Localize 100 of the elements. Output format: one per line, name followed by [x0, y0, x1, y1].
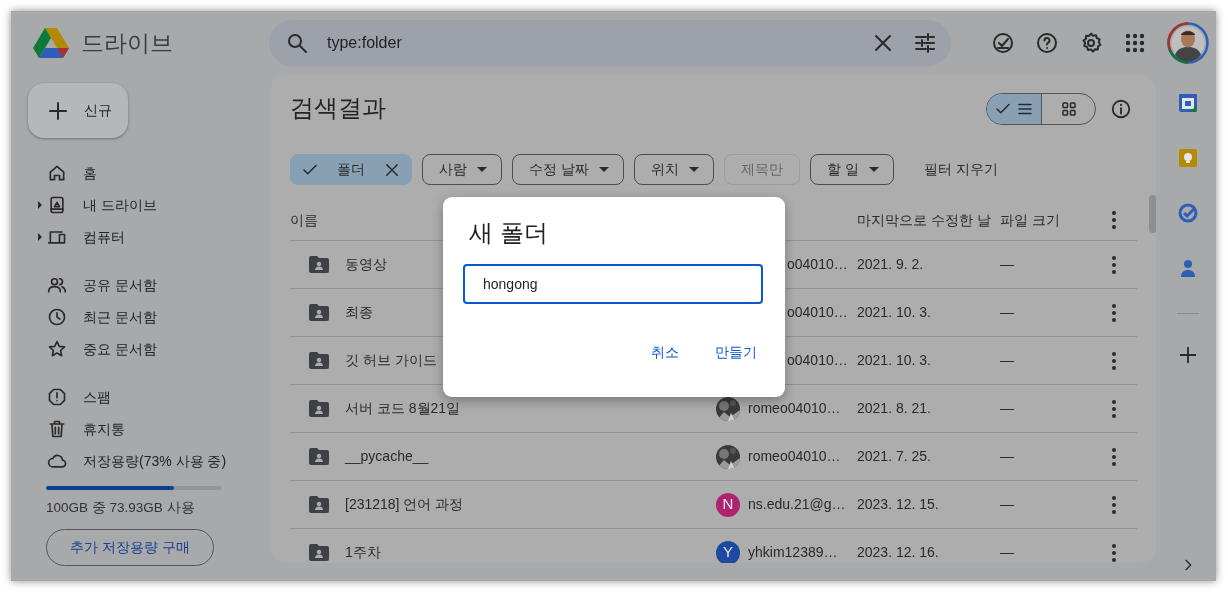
nav-item[interactable]: 공유 문서함 — [83, 274, 157, 296]
plus-icon — [1177, 344, 1199, 366]
offline-button[interactable] — [991, 31, 1015, 55]
dialog-button[interactable]: 취소 — [643, 337, 687, 367]
more-actions-button[interactable] — [1111, 303, 1116, 322]
owner-name: yhkim12389… — [748, 543, 838, 562]
home-icon — [47, 163, 67, 183]
app-title: 드라이브 — [81, 28, 173, 58]
nav-item[interactable]: 최근 문서함 — [83, 306, 157, 328]
modified-date: 2021. 10. 3. — [857, 352, 931, 368]
more-icon — [1111, 543, 1116, 562]
dialog-title: 새 폴더 — [469, 219, 549, 248]
owner-name: romeo04010… — [748, 447, 841, 466]
check-circle-icon — [991, 31, 1015, 55]
new-button[interactable]: 신규 — [28, 83, 128, 138]
owner-name: o04010… — [787, 255, 848, 274]
column-header[interactable]: 파일 크기 — [1000, 211, 1060, 228]
file-size: — — [1000, 400, 1014, 416]
page-title: 검색결과 — [290, 94, 386, 123]
search-icon — [285, 31, 309, 55]
column-header[interactable]: 마지막으로 수정한 날 — [857, 211, 991, 228]
help-button[interactable] — [1035, 31, 1059, 55]
more-actions-button[interactable] — [1111, 447, 1116, 466]
checkmark-circle-icon — [1176, 201, 1200, 225]
more-icon[interactable] — [1111, 211, 1116, 229]
lightbulb-icon — [1176, 146, 1200, 170]
avatar: Y — [716, 540, 740, 563]
clock-icon — [47, 307, 67, 327]
nav-item[interactable]: 내 드라이브 — [83, 194, 157, 216]
file-size: — — [1000, 544, 1014, 560]
file-name[interactable]: 깃 허브 가이드 — [345, 350, 437, 371]
nav-item[interactable]: 저장용량(73% 사용 중) — [83, 450, 227, 472]
nav-item[interactable]: 중요 문서함 — [83, 338, 157, 360]
apps-button[interactable] — [1123, 31, 1147, 55]
nav-item[interactable]: 홈 — [83, 162, 97, 184]
modified-date: 2021. 7. 25. — [857, 448, 931, 464]
trash-icon — [47, 419, 67, 439]
owner-name: romeo04010… — [748, 399, 841, 418]
filter-chip[interactable]: 수정 날짜 — [512, 154, 624, 185]
nav-item[interactable]: 컴퓨터 — [83, 226, 125, 248]
drive-icon — [47, 195, 67, 215]
scrollbar-thumb[interactable] — [1149, 195, 1156, 233]
help-icon — [1035, 31, 1059, 55]
warning-icon — [47, 387, 67, 407]
more-icon — [1111, 351, 1116, 370]
file-name[interactable]: [231218] 언어 과정 — [345, 494, 464, 515]
dropdown-icon — [688, 167, 699, 172]
drive-logo — [33, 27, 69, 59]
file-name[interactable]: 서버 코드 8월21일 — [345, 398, 461, 419]
file-name[interactable]: 최종 — [345, 302, 373, 323]
dropdown-icon — [868, 167, 879, 172]
avatar: N — [716, 492, 740, 517]
owner-name: o04010… — [787, 303, 848, 322]
apps-grid-icon — [1123, 31, 1147, 55]
file-name[interactable]: 1주차 — [345, 542, 381, 563]
filter-chip[interactable]: 위치 — [633, 154, 714, 185]
filter-chip[interactable]: 할 일 — [809, 154, 894, 185]
list-view-button[interactable] — [987, 93, 1041, 124]
search-input[interactable]: type:folder — [327, 31, 845, 55]
expand-caret-icon[interactable] — [38, 201, 42, 209]
people-icon — [47, 275, 67, 295]
dialog-button[interactable]: 만들기 — [707, 337, 765, 367]
nav-item[interactable]: 스팸 — [83, 386, 111, 408]
more-actions-button[interactable] — [1111, 543, 1116, 562]
owner-name: o04010… — [787, 351, 848, 370]
more-actions-button[interactable] — [1111, 351, 1116, 370]
modified-date: 2021. 8. 21. — [857, 400, 931, 416]
modified-date: 2023. 12. 15. — [857, 496, 939, 512]
file-size: — — [1000, 256, 1014, 272]
file-size: — — [1000, 496, 1014, 512]
more-icon — [1111, 495, 1116, 514]
more-icon — [1111, 303, 1116, 322]
keep-button[interactable] — [1176, 146, 1200, 170]
more-actions-button[interactable] — [1111, 495, 1116, 514]
storage-usage: 100GB 중 73.93GB 사용 — [46, 499, 196, 517]
column-header[interactable]: 이름 — [290, 209, 318, 231]
file-name[interactable]: 동영상 — [345, 254, 387, 275]
modified-date: 2021. 10. 3. — [857, 304, 931, 320]
nav-item[interactable]: 휴지통 — [83, 418, 125, 440]
expand-caret-icon[interactable] — [38, 233, 42, 241]
file-size: — — [1000, 448, 1014, 464]
filter-chip[interactable]: 폴더 — [290, 154, 412, 185]
tasks-button[interactable] — [1176, 201, 1200, 225]
sliders-icon — [913, 31, 937, 55]
account-avatar[interactable] — [1167, 22, 1209, 64]
file-name[interactable]: __pycache__ — [345, 446, 429, 467]
info-icon — [1110, 97, 1132, 120]
more-actions-button[interactable] — [1111, 399, 1116, 418]
clear-filters-button[interactable]: 필터 지우기 — [917, 158, 1004, 181]
owner-name: ns.edu.21@g… — [748, 495, 846, 514]
filter-chip[interactable]: 사람 — [422, 154, 502, 185]
search-options-button[interactable] — [913, 31, 937, 55]
search-field[interactable]: type:folder — [269, 20, 951, 66]
modified-date: 2021. 9. 2. — [857, 256, 924, 272]
add-app-button[interactable] — [1177, 344, 1199, 366]
folder-name-field[interactable]: hongong — [463, 263, 763, 304]
grid-icon — [1059, 99, 1078, 118]
details-button[interactable] — [1110, 97, 1132, 120]
modified-date: 2023. 12. 16. — [857, 544, 939, 560]
more-actions-button[interactable] — [1111, 255, 1116, 274]
